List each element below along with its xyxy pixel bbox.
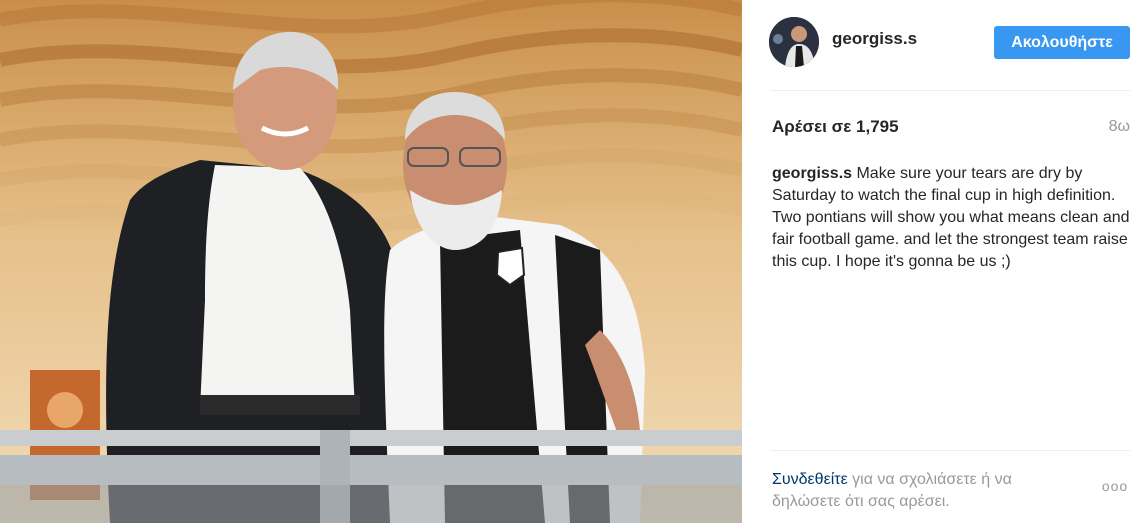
stadium-photo xyxy=(0,0,742,523)
login-link[interactable]: Συνδεθείτε xyxy=(772,471,848,488)
likes-count[interactable]: Αρέσει σε 1,795 xyxy=(772,117,899,137)
follow-button[interactable]: Ακολουθήστε xyxy=(994,26,1130,59)
divider xyxy=(770,450,1130,451)
divider xyxy=(770,90,1130,91)
username-link[interactable]: georgiss.s xyxy=(832,29,917,49)
avatar[interactable] xyxy=(769,17,819,67)
user-avatar-icon xyxy=(769,17,819,67)
post-caption: georgiss.s Make sure your tears are dry … xyxy=(772,163,1134,273)
post-age[interactable]: 8ω xyxy=(1109,118,1130,136)
login-prompt: Συνδεθείτε για να σχολιάσετε ή να δηλώσε… xyxy=(772,469,1072,513)
more-options-button[interactable]: ooo xyxy=(1098,478,1132,498)
more-options-icon: ooo xyxy=(1101,478,1129,494)
post-sidebar: georgiss.s Ακολουθήστε Αρέσει σε 1,795 8… xyxy=(742,0,1148,523)
post-photo[interactable] xyxy=(0,0,742,523)
caption-username-link[interactable]: georgiss.s xyxy=(772,165,852,182)
post-header: georgiss.s Ακολουθήστε xyxy=(742,0,1148,90)
